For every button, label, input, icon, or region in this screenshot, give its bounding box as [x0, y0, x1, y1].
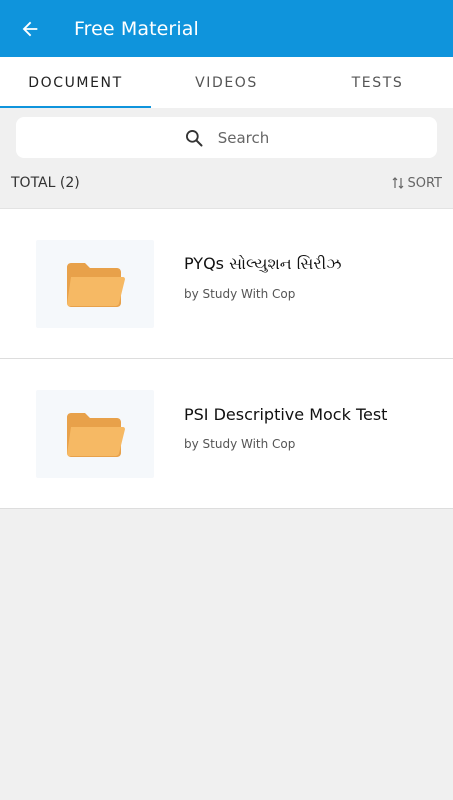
search-input[interactable]: Search: [16, 117, 437, 158]
item-thumbnail: [36, 239, 154, 328]
search-icon: [184, 128, 204, 148]
item-text: PSI Descriptive Mock Test by Study With …: [184, 405, 387, 451]
tab-bar: DOCUMENT VIDEOS TESTS: [0, 57, 453, 108]
back-button[interactable]: [16, 15, 44, 43]
sort-button[interactable]: SORT: [392, 176, 442, 191]
list-item[interactable]: PSI Descriptive Mock Test by Study With …: [0, 359, 453, 509]
list-item[interactable]: PYQs સોલ્યુશન સિરીઝ by Study With Cop: [0, 209, 453, 359]
sort-arrows-icon: [392, 176, 404, 190]
item-thumbnail: [36, 389, 154, 478]
item-title: PYQs સોલ્યુશન સિરીઝ: [184, 254, 342, 273]
tab-tests[interactable]: TESTS: [302, 57, 453, 108]
folder-icon: [67, 262, 125, 307]
item-text: PYQs સોલ્યુશન સિરીઝ by Study With Cop: [184, 254, 342, 301]
item-author: by Study With Cop: [184, 287, 296, 301]
search-placeholder: Search: [217, 128, 270, 147]
item-title: PSI Descriptive Mock Test: [184, 404, 388, 424]
sort-label: SORT: [407, 175, 442, 191]
total-count: TOTAL (2): [11, 175, 80, 191]
folder-icon: [67, 412, 125, 457]
page-title: Free Material: [74, 17, 199, 40]
search-container: Search: [0, 108, 453, 158]
tab-videos[interactable]: VIDEOS: [151, 57, 302, 108]
tab-document[interactable]: DOCUMENT: [0, 57, 151, 108]
document-list: PYQs સોલ્યુશન સિરીઝ by Study With Cop PS…: [0, 208, 453, 509]
list-meta-row: TOTAL (2) SORT: [0, 158, 453, 208]
item-author: by Study With Cop: [184, 436, 296, 451]
arrow-left-icon: [22, 21, 38, 36]
app-bar: Free Material: [0, 0, 453, 57]
